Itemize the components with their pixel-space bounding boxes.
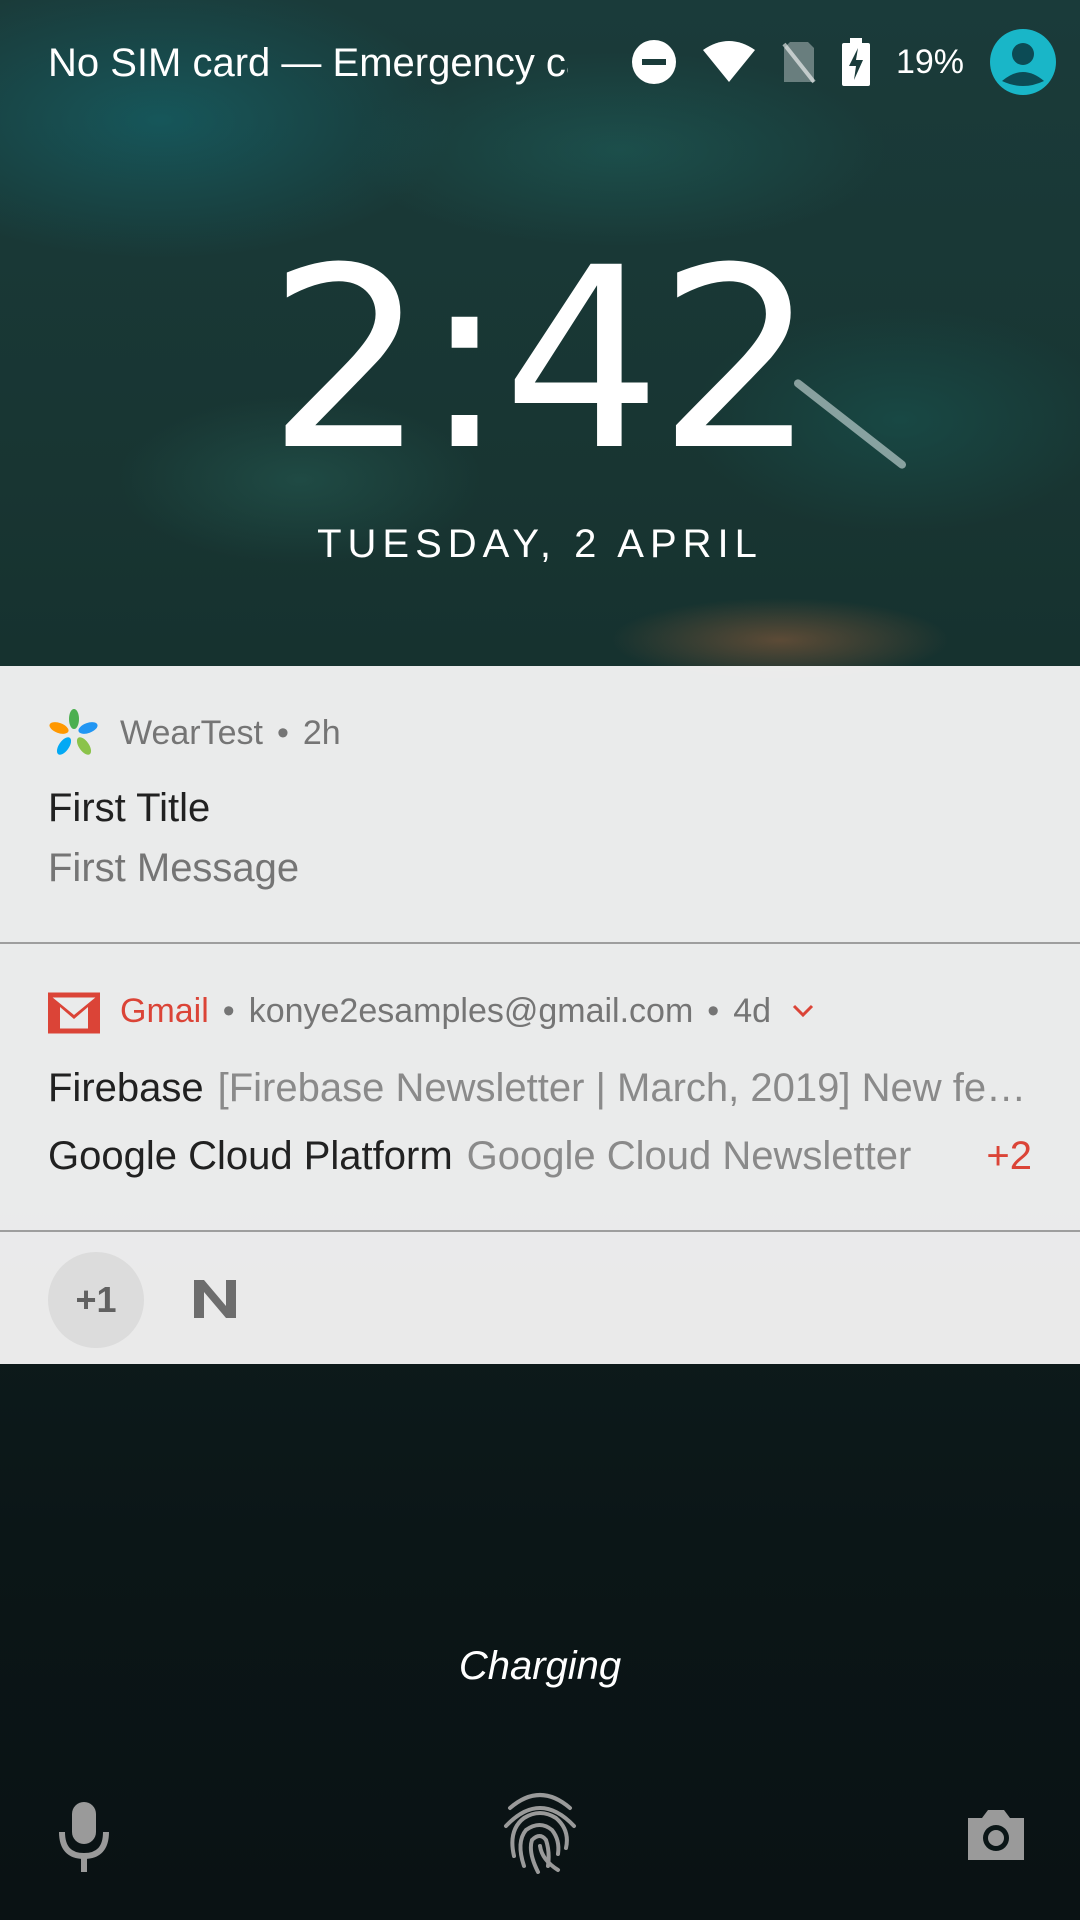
mail-item[interactable]: Google Cloud Platform Google Cloud Newsl… bbox=[48, 1128, 1032, 1184]
lockscreen-date: TUESDAY, 2 APRIL bbox=[317, 522, 763, 566]
n-app-icon bbox=[194, 1280, 236, 1318]
notification-body: First Message bbox=[48, 846, 300, 890]
carrier-text: No SIM card — Emergency calls only bbox=[48, 41, 568, 85]
lockscreen-clock: 2:42 bbox=[267, 214, 816, 505]
status-icons: 19% bbox=[606, 28, 1056, 96]
battery-percent: 19% bbox=[895, 42, 964, 81]
camera-icon[interactable] bbox=[964, 1806, 1028, 1862]
weartest-app-icon bbox=[49, 709, 98, 755]
overflow-count[interactable]: +1 bbox=[48, 1252, 144, 1348]
separator-dot: • bbox=[707, 991, 720, 1030]
battery-charging-icon bbox=[841, 38, 870, 86]
no-sim-icon bbox=[782, 42, 816, 84]
notification-overflow-shelf[interactable]: +1 bbox=[0, 1232, 1080, 1364]
mail-subject: [Firebase Newsletter | March, 2019] New … bbox=[217, 1066, 1032, 1110]
more-count-badge: +2 bbox=[986, 1134, 1032, 1178]
mail-sender: Firebase bbox=[48, 1066, 204, 1110]
do-not-disturb-icon bbox=[631, 40, 676, 84]
notification-age: 2h bbox=[302, 713, 341, 752]
notification-gmail[interactable]: Gmail • konye2esamples@gmail.com • 4d Fi… bbox=[0, 944, 1080, 1232]
fingerprint-icon[interactable] bbox=[500, 1786, 580, 1874]
status-bar: No SIM card — Emergency calls only 19% bbox=[0, 0, 1080, 124]
mail-sender: Google Cloud Platform bbox=[48, 1134, 453, 1178]
separator-dot: • bbox=[222, 991, 235, 1030]
user-avatar-icon[interactable] bbox=[990, 29, 1056, 95]
mic-icon[interactable] bbox=[56, 1800, 112, 1874]
charging-status: Charging bbox=[458, 1644, 622, 1688]
notification-weartest[interactable]: WearTest • 2h First Title First Message bbox=[0, 666, 1080, 944]
wifi-icon bbox=[702, 41, 755, 82]
mail-subject: Google Cloud Newsletter bbox=[466, 1134, 912, 1178]
notification-age: 4d bbox=[733, 991, 772, 1030]
app-name: WearTest bbox=[120, 713, 263, 752]
gmail-icon bbox=[48, 992, 100, 1034]
expand-chevron-icon[interactable] bbox=[791, 999, 815, 1023]
separator-dot: • bbox=[276, 713, 289, 752]
mail-item[interactable]: Firebase [Firebase Newsletter | March, 2… bbox=[48, 1060, 1032, 1116]
notification-header: WearTest • 2h bbox=[48, 708, 341, 758]
notification-title: First Title bbox=[48, 786, 211, 830]
notification-header: Gmail • konye2esamples@gmail.com • 4d bbox=[48, 986, 815, 1036]
account-email: konye2esamples@gmail.com bbox=[248, 991, 694, 1030]
app-name: Gmail bbox=[120, 991, 209, 1030]
